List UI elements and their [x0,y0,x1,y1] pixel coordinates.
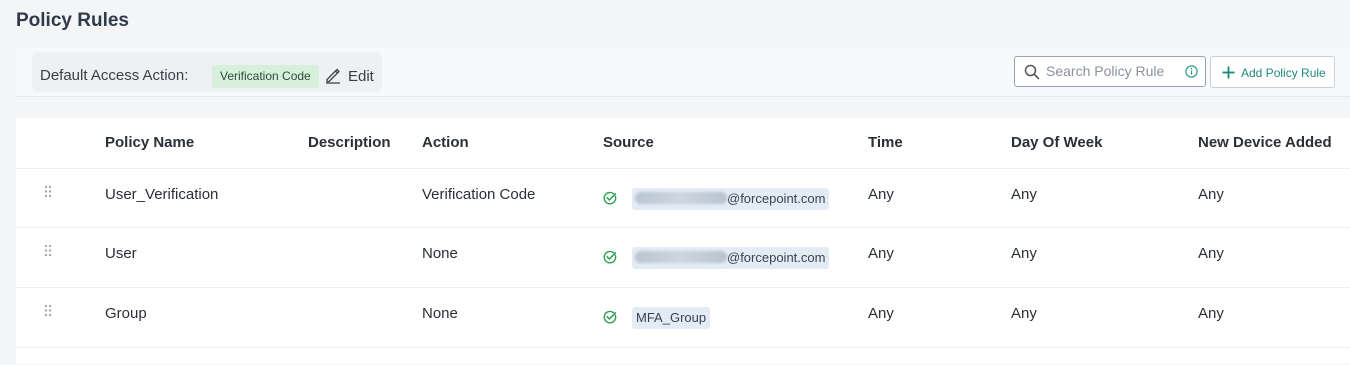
table-row[interactable]: User None @forcepoint.com Any Any Any [16,227,1350,287]
default-access-label: Default Access Action: [40,67,189,84]
column-header-day-of-week[interactable]: Day Of Week [1011,134,1102,151]
time-cell: Any [868,186,894,203]
redacted-email [635,251,727,263]
time-cell: Any [868,245,894,262]
new-device-cell: Any [1198,305,1224,322]
action-cell: None [422,305,458,322]
time-cell: Any [868,305,894,322]
source-domain: @forcepoint.com [727,191,826,206]
day-of-week-cell: Any [1011,305,1037,322]
redacted-email [635,192,727,204]
drag-handle-icon[interactable] [44,185,52,198]
source-group: MFA_Group [636,310,707,325]
action-cell: Verification Code [422,186,536,203]
new-device-cell: Any [1198,245,1224,262]
source-domain: @forcepoint.com [727,250,826,265]
search-policy-rule[interactable] [1014,56,1206,87]
check-circle-icon [603,250,617,264]
add-policy-rule-button[interactable]: Add Policy Rule [1210,56,1335,88]
column-header-new-device-added[interactable]: New Device Added [1198,134,1332,151]
default-access-action: Default Access Action: Verification Code… [32,52,382,92]
search-icon [1024,64,1040,80]
column-header-policy-name[interactable]: Policy Name [105,134,194,151]
edit-label: Edit [348,68,374,85]
column-header-action[interactable]: Action [422,134,469,151]
policy-name-cell[interactable]: Group [105,305,147,322]
policy-rules-table: Policy Name Description Action Source Ti… [16,118,1350,364]
source-chip: @forcepoint.com [632,188,830,210]
drag-handle-icon[interactable] [44,304,52,317]
day-of-week-cell: Any [1011,186,1037,203]
table-row[interactable]: User_Verification Verification Code @for… [16,168,1350,228]
pencil-icon [326,68,340,84]
drag-handle-icon[interactable] [44,244,52,257]
plus-icon [1222,66,1235,79]
column-header-source[interactable]: Source [603,134,654,151]
table-row-divider [16,347,1350,365]
check-circle-icon [603,310,617,324]
check-circle-icon [603,191,617,205]
default-access-value-badge: Verification Code [212,65,319,88]
info-icon[interactable] [1185,65,1198,78]
policy-toolbar: Default Access Action: Verification Code… [16,48,1350,97]
table-row[interactable]: Group None MFA_Group Any Any Any [16,287,1350,347]
action-cell: None [422,245,458,262]
source-chip: MFA_Group [632,307,711,329]
day-of-week-cell: Any [1011,245,1037,262]
new-device-cell: Any [1198,186,1224,203]
search-input[interactable] [1046,61,1176,81]
policy-name-cell[interactable]: User [105,245,137,262]
add-policy-rule-label: Add Policy Rule [1241,66,1326,80]
column-header-time[interactable]: Time [868,134,903,151]
page-title: Policy Rules [16,10,129,31]
policy-name-cell[interactable]: User_Verification [105,186,218,203]
source-chip: @forcepoint.com [632,247,830,269]
column-header-description[interactable]: Description [308,134,391,151]
